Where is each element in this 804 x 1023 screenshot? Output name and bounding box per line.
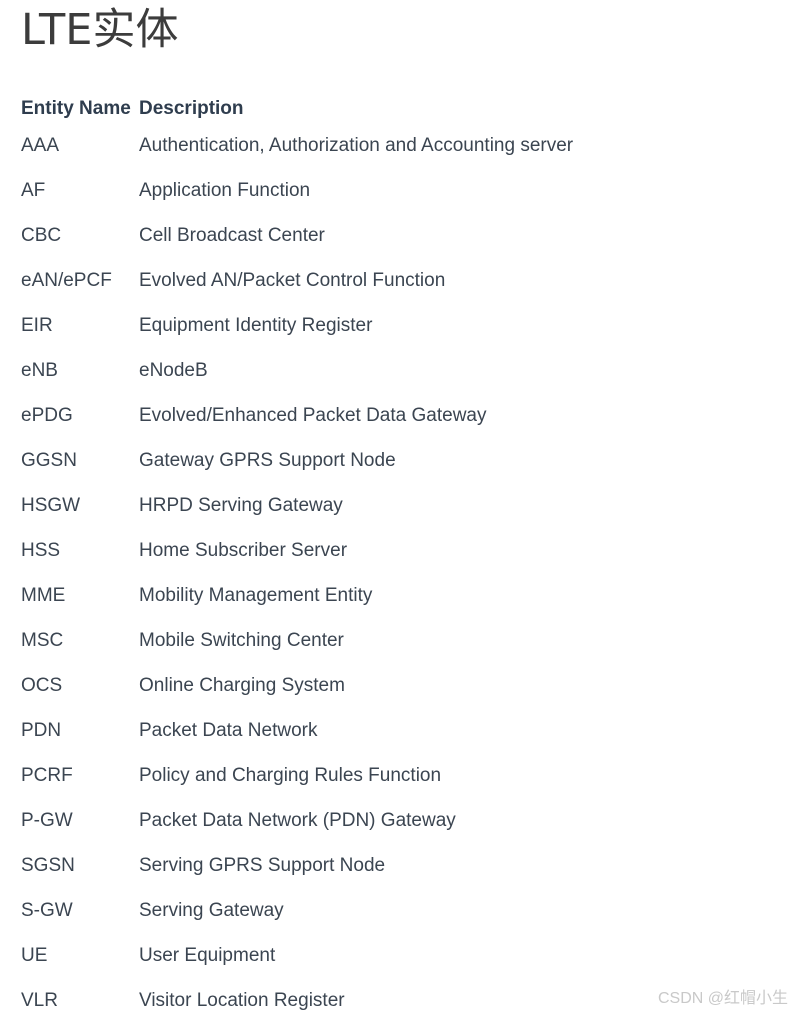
entity-description-cell: Online Charging System — [139, 675, 345, 696]
entity-description-cell: Gateway GPRS Support Node — [139, 450, 396, 471]
table-row: AAA Authentication, Authorization and Acc… — [0, 123, 804, 168]
table-row: eNB eNodeB — [0, 348, 804, 393]
entity-description-cell: Serving Gateway — [139, 900, 284, 921]
column-header-description: Description — [139, 78, 804, 123]
entity-name-cell: OCS — [21, 675, 63, 696]
entity-description-cell: Mobile Switching Center — [139, 630, 344, 651]
entity-name-cell: AAA — [21, 135, 60, 156]
entity-name-cell: UE — [21, 945, 48, 966]
lte-entity-table: Entity Name Description AAA Authenticatio… — [0, 78, 804, 1023]
entity-name-cell: P-GW — [21, 810, 73, 831]
document-page: LTE实体 Entity Name Description AAA Authent… — [0, 0, 804, 1021]
entity-name-cell: ePDG — [21, 405, 73, 426]
table-row: P-GW Packet Data Network (PDN) Gateway — [0, 798, 804, 843]
table-row: SGSN Serving GPRS Support Node — [0, 843, 804, 888]
entity-name-cell: HSS — [21, 540, 61, 561]
entity-name-cell: HSGW — [21, 495, 81, 516]
table-row: eAN/ePCF Evolved AN/Packet Control Functi… — [0, 258, 804, 303]
table-row: HSGW HRPD Serving Gateway — [0, 483, 804, 528]
table-row: CBC Cell Broadcast Center — [0, 213, 804, 258]
entity-description-cell: Policy and Charging Rules Function — [139, 765, 442, 786]
entity-name-cell: MME — [21, 585, 66, 606]
entity-description-cell: Cell Broadcast Center — [139, 225, 325, 246]
entity-description-cell: Authentication, Authorization and Accoun… — [139, 135, 574, 156]
column-header-entity-name: Entity Name — [0, 78, 139, 123]
page-title: LTE实体 — [21, 5, 179, 55]
table-row: MME Mobility Management Entity — [0, 573, 804, 618]
column-header-entity-name-label: Entity Name — [21, 98, 131, 119]
entity-name-cell: MSC — [21, 630, 64, 651]
column-header-description-label: Description — [139, 98, 244, 119]
table-row: S-GW Serving Gateway — [0, 888, 804, 933]
table-row: HSS Home Subscriber Server — [0, 528, 804, 573]
table-row: PDN Packet Data Network — [0, 708, 804, 753]
entity-name-cell: EIR — [21, 315, 53, 336]
entity-name-cell: GGSN — [21, 450, 77, 471]
table-row: AF Application Function — [0, 168, 804, 213]
entity-name-cell: VLR — [21, 990, 58, 1011]
entity-name-cell: AF — [21, 180, 46, 201]
entity-description-cell: Packet Data Network (PDN) Gateway — [139, 810, 456, 831]
entity-description-cell: eNodeB — [139, 360, 208, 381]
entity-description-cell: Serving GPRS Support Node — [139, 855, 386, 876]
table-row: UE User Equipment — [0, 933, 804, 978]
entity-description-cell: Application Function — [139, 180, 311, 201]
entity-description-cell: Mobility Management Entity — [139, 585, 373, 606]
table-row: PCRF Policy and Charging Rules Function — [0, 753, 804, 798]
entity-name-cell: PCRF — [21, 765, 73, 786]
table-row: EIR Equipment Identity Register — [0, 303, 804, 348]
entity-name-cell: eAN/ePCF — [21, 270, 112, 291]
table-header-row: Entity Name Description — [0, 78, 804, 123]
table-row: GGSN Gateway GPRS Support Node — [0, 438, 804, 483]
entity-description-cell: Evolved/Enhanced Packet Data Gateway — [139, 405, 487, 426]
entity-name-cell: S-GW — [21, 900, 73, 921]
csdn-watermark: CSDN @红帽小生 — [657, 990, 788, 1007]
table-row: OCS Online Charging System — [0, 663, 804, 708]
entity-description-cell: Equipment Identity Register — [139, 315, 373, 336]
table-row: ePDG Evolved/Enhanced Packet Data Gateway — [0, 393, 804, 438]
table-row: MSC Mobile Switching Center — [0, 618, 804, 663]
entity-name-cell: eNB — [21, 360, 58, 381]
entity-description-cell: Packet Data Network — [139, 720, 318, 741]
entity-description-cell: Evolved AN/Packet Control Function — [139, 270, 446, 291]
entity-description-cell: Home Subscriber Server — [139, 540, 348, 561]
entity-name-cell: PDN — [21, 720, 62, 741]
table-header: Entity Name Description — [0, 78, 804, 123]
entity-name-cell: CBC — [21, 225, 62, 246]
entity-description-cell: User Equipment — [139, 945, 276, 966]
entity-description-cell: HRPD Serving Gateway — [139, 495, 343, 516]
entity-name-cell: SGSN — [21, 855, 75, 876]
table-body: AAA Authentication, Authorization and Acc… — [0, 123, 804, 1023]
